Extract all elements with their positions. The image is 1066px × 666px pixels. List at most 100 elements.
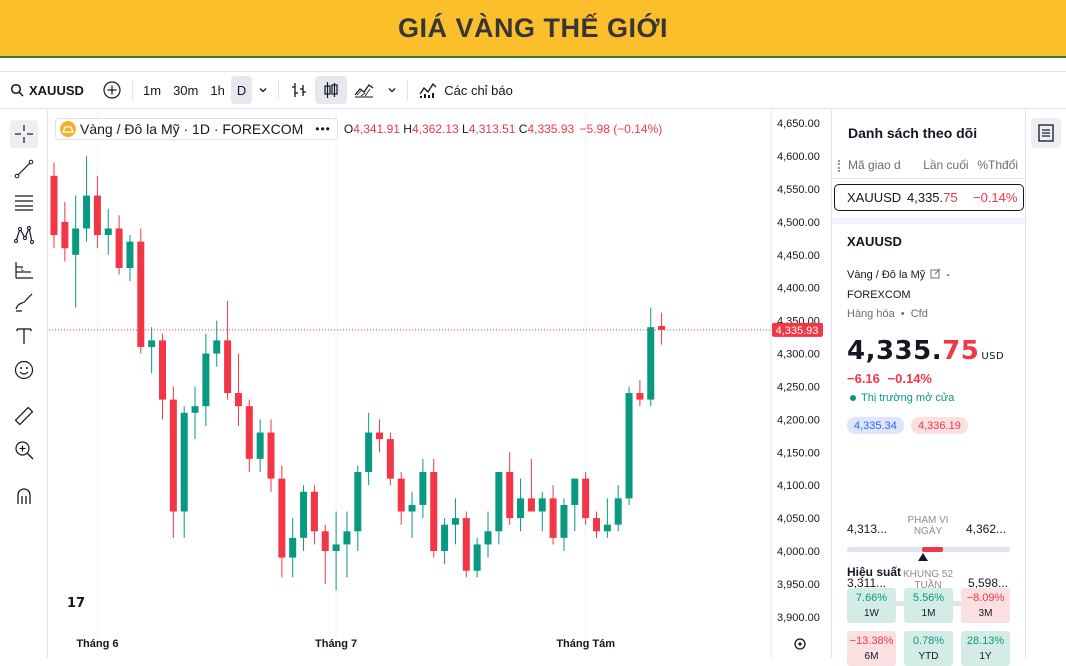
indicators-button[interactable]: Các chỉ báo xyxy=(412,76,519,104)
indicators-icon xyxy=(419,82,437,98)
y-tick-label: 4,150.00 xyxy=(777,447,820,459)
interval-d-button[interactable]: D xyxy=(230,76,253,104)
candle-body xyxy=(408,504,416,512)
tradingview-widget: XAUUSD 1m 30m 1h D Các chỉ báo L 4,650.0… xyxy=(0,71,1066,666)
candle-body xyxy=(495,472,503,532)
candle-body xyxy=(484,531,492,545)
interval-1m-button[interactable]: 1m xyxy=(137,76,167,104)
performance-tile: 5.56% 1M xyxy=(904,588,953,623)
row-last: 4,335.75 xyxy=(907,190,965,205)
interval-30m-button[interactable]: 30m xyxy=(167,76,204,104)
y-tick-label: 4,250.00 xyxy=(777,381,820,393)
candle-body xyxy=(462,518,470,571)
area-style-button[interactable] xyxy=(347,76,381,104)
bid-badge: 4,335.34 xyxy=(847,417,904,434)
col-change[interactable]: %Thđổi xyxy=(969,158,1018,172)
chart-style-dropdown-button[interactable] xyxy=(381,76,403,104)
candle-body xyxy=(72,228,80,255)
candle-body xyxy=(343,531,351,545)
candle-body xyxy=(289,537,297,558)
candle-body xyxy=(83,195,91,229)
interval-1h-button[interactable]: 1h xyxy=(204,76,230,104)
y-tick-label: 3,900.00 xyxy=(777,612,820,624)
open-label: O xyxy=(343,122,354,136)
candle-body xyxy=(267,432,275,479)
candle-body xyxy=(310,491,318,532)
candle-body xyxy=(593,518,600,532)
candle-body xyxy=(278,478,286,558)
side-widget-bar xyxy=(1025,110,1066,658)
forecast-tool[interactable]: L xyxy=(10,255,38,283)
candle-body xyxy=(159,340,166,400)
chart-pane[interactable]: 4,650.00 4,600.00 4,550.00 4,500.00 4,450.00… xyxy=(49,110,830,658)
divider xyxy=(832,178,1025,179)
chevron-down-icon xyxy=(259,88,267,93)
col-symbol[interactable]: Mã giao d xyxy=(848,158,907,172)
pattern-tool[interactable] xyxy=(10,221,38,249)
candle-body xyxy=(603,524,611,532)
ruler-tool[interactable] xyxy=(10,402,38,430)
external-link-icon[interactable] xyxy=(930,268,941,279)
y-tick-label: 4,550.00 xyxy=(777,184,820,196)
day-range-marker-icon xyxy=(918,553,928,561)
ruler-icon xyxy=(14,406,34,426)
candle-body xyxy=(506,472,514,519)
performance-tile: −8.09% 3M xyxy=(961,588,1010,623)
candle-body xyxy=(527,498,535,512)
add-symbol-button[interactable] xyxy=(96,76,128,104)
price-tail: 75 xyxy=(942,336,980,366)
text-tool[interactable] xyxy=(10,322,38,350)
legend-title: Vàng / Đô la Mỹ · 1D · FOREXCOM xyxy=(80,121,304,137)
candle-body xyxy=(636,393,644,400)
candle-body xyxy=(582,478,590,519)
symbol-search-button[interactable]: XAUUSD xyxy=(0,83,96,98)
row-last-tail: 75 xyxy=(943,190,958,205)
symbol-legend-button[interactable]: Vàng / Đô la Mỹ · 1D · FOREXCOM ••• xyxy=(55,118,338,140)
candle-body xyxy=(191,406,199,413)
brush-tool[interactable] xyxy=(10,288,38,316)
svg-text:17: 17 xyxy=(67,596,85,611)
col-last[interactable]: Lần cuối xyxy=(907,158,968,172)
performance-period: 1W xyxy=(864,607,879,619)
price-chart[interactable]: 4,650.00 4,600.00 4,550.00 4,500.00 4,450.00… xyxy=(49,110,830,658)
watchlist-toggle-button[interactable] xyxy=(1031,118,1061,148)
candle-body xyxy=(571,478,579,505)
candle-body xyxy=(148,340,156,347)
more-icon[interactable]: ••• xyxy=(315,122,331,136)
crosshair-tool[interactable] xyxy=(10,120,38,148)
candle-body xyxy=(234,393,242,407)
toolbar-divider xyxy=(278,80,280,100)
trend-line-tool[interactable] xyxy=(10,155,38,183)
toolbar-divider xyxy=(407,80,409,100)
price-main: 4,335. xyxy=(847,336,943,366)
zoom-tool[interactable] xyxy=(10,436,38,464)
y-tick-label: 4,050.00 xyxy=(777,513,820,525)
candle-body xyxy=(419,472,427,505)
x-tick-label: Tháng Tám xyxy=(556,638,615,650)
change-value: −5.98 (−0.14%) xyxy=(579,122,663,136)
fib-tool[interactable] xyxy=(10,188,38,216)
high-label: H xyxy=(403,122,412,136)
watchlist-row[interactable]: XAUUSD 4,335.75 −0.14% xyxy=(834,184,1024,211)
divider xyxy=(832,218,1025,224)
magnet-tool[interactable] xyxy=(10,482,38,510)
detail-type-sub: Cfd xyxy=(910,308,928,320)
performance-tile: −13.38% 6M xyxy=(847,631,896,666)
detail-type: Hàng hóa • Cfd xyxy=(847,308,928,320)
performance-tile: 28.13% 1Y xyxy=(961,631,1010,666)
emoji-tool[interactable] xyxy=(10,356,38,384)
detail-symbol[interactable]: XAUUSD xyxy=(847,234,902,249)
market-status-label: Thị trường mở cửa xyxy=(861,392,955,404)
drag-handle-icon[interactable] xyxy=(838,160,842,172)
detail-desc-name[interactable]: Vàng / Đô la Mỹ xyxy=(847,269,925,281)
low-value: 4,313.51 xyxy=(468,122,516,136)
gold-coin-icon xyxy=(60,121,76,137)
y-tick-label: 4,000.00 xyxy=(777,546,820,558)
row-change: −0.14% xyxy=(973,190,1018,205)
price-unit: USD xyxy=(981,351,1005,362)
candle-style-button[interactable] xyxy=(315,76,348,104)
performance-value: 5.56% xyxy=(912,591,945,604)
bar-style-button[interactable] xyxy=(283,76,315,104)
interval-dropdown-button[interactable] xyxy=(252,76,274,104)
candle-body xyxy=(441,524,449,552)
